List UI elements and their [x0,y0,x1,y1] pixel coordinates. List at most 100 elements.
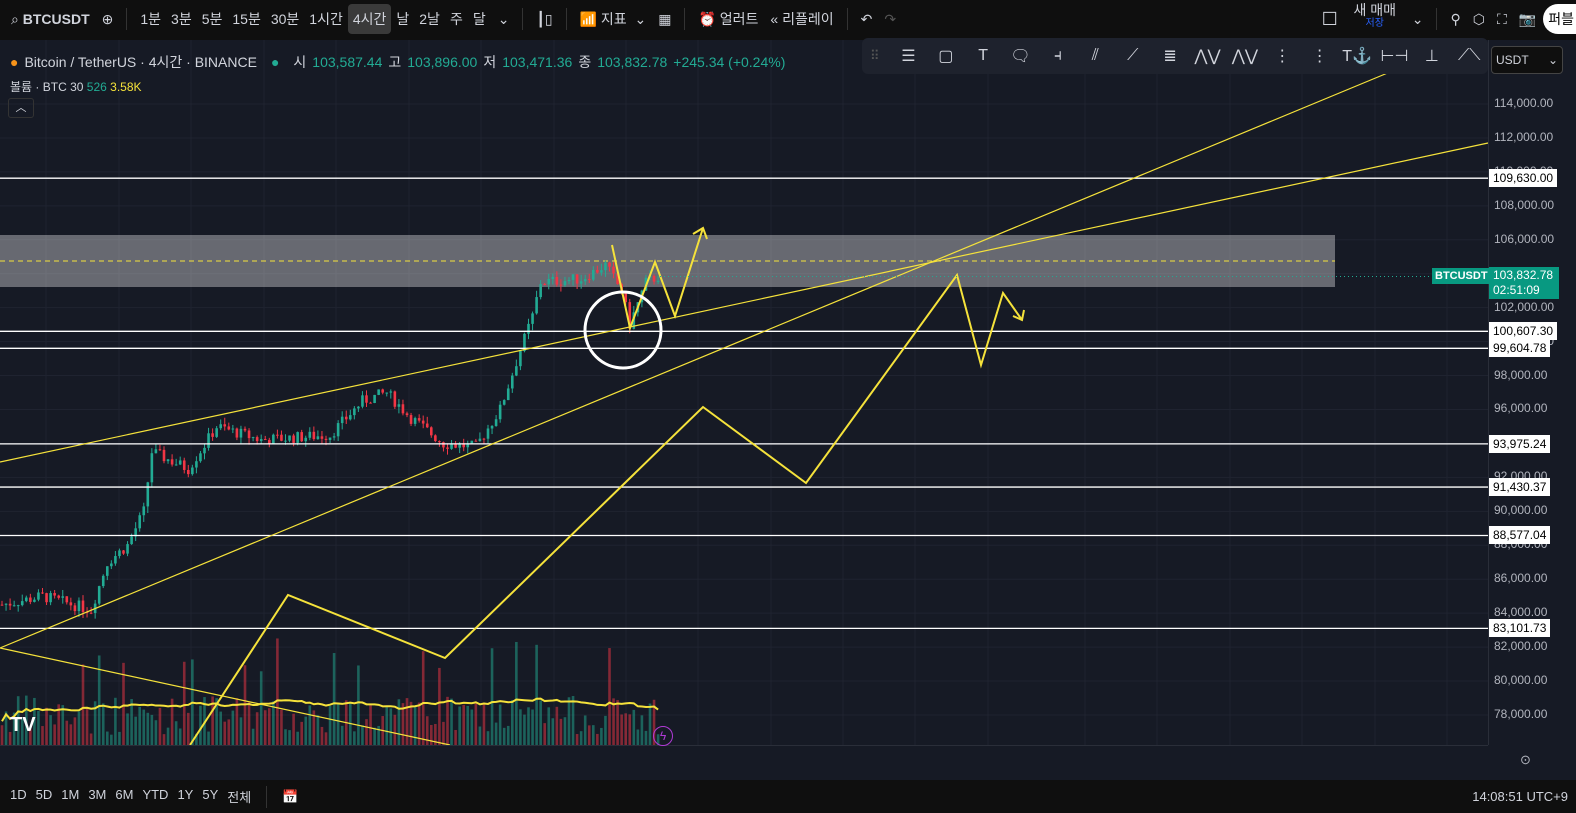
range-3[interactable]: 3M [88,787,106,806]
symbol-search[interactable]: ⌕ BTCUSDT [6,4,95,34]
parallel-channel-tool-icon[interactable]: ⫽ [1077,41,1114,71]
range-8[interactable]: 전체 [227,787,251,806]
interval-2[interactable]: 5분 [197,4,228,34]
open-label: 시 [293,54,307,70]
goto-date-icon[interactable]: 📅 [282,789,298,805]
date-range-tool-icon[interactable]: ⊢⊣ [1376,41,1413,71]
drag-handle-icon[interactable]: ⠿ [870,48,890,64]
range-7[interactable]: 5Y [202,787,218,806]
currency-select[interactable]: USDT ⌄ [1491,46,1563,74]
interval-4[interactable]: 30분 [266,4,304,34]
range-2[interactable]: 1M [61,787,79,806]
quick-search-icon[interactable]: ⚲ [1445,4,1465,34]
chevron-down-icon[interactable]: ⌄ [493,4,515,34]
volume-bar [498,704,502,745]
candle [73,605,77,612]
volume-bar [304,716,308,745]
range-5[interactable]: YTD [142,787,168,806]
price-tick: 90,000.00 [1494,503,1548,518]
candle [118,550,121,557]
candle [486,428,490,439]
interval-9[interactable]: 주 [445,4,468,34]
price-range-tool-icon[interactable]: ⊥ [1413,41,1450,71]
candle [535,297,538,314]
compare-add-icon[interactable]: ⊕ [97,4,119,34]
interval-1[interactable]: 3분 [166,4,197,34]
divider [1436,8,1438,30]
candle [203,447,206,454]
rectangle-tool-icon[interactable]: ▢ [927,41,964,71]
horizontal-lines-tool-icon[interactable]: ☰ [890,41,927,71]
layouts-icon[interactable]: ▦ [653,4,676,34]
indicators-button[interactable]: 📶 지표 ⌄ [575,4,652,34]
pitchfork-tool-icon[interactable]: ⫞ [1039,41,1076,71]
candle [478,438,482,442]
candle [122,550,125,554]
volume-bar [527,707,530,745]
volume-bar [644,730,648,745]
search-icon: ⌕ [11,10,23,27]
collapse-legend-button[interactable]: ︿ [8,98,34,118]
undo-icon[interactable]: ↶ [856,4,878,34]
trend-line-tool-icon[interactable]: ⟋ [1114,41,1151,71]
redo-icon[interactable]: ↷ [879,4,901,34]
abcd-pattern-tool-icon[interactable]: ⋀⋁ [1226,41,1263,71]
candle [563,281,567,286]
path-tool-icon[interactable]: ⟋⟍ [1451,41,1488,71]
drawing-toolbar: ⠿ ☰ ▢ T 🗨 ⫞ ⫽ ⟋ ≣ ⋀⋁ ⋀⋁ ⋮ ⋮ T⚓ ⊢⊣ ⊥ ⟋⟍ [862,38,1488,74]
checkbox-icon[interactable]: ☐ [1317,4,1343,34]
range-1[interactable]: 5D [36,787,53,806]
short-position-tool-icon[interactable]: ⋮ [1301,41,1338,71]
xabcd-pattern-tool-icon[interactable]: ⋀⋁ [1189,41,1226,71]
fib-retracement-tool-icon[interactable]: ≣ [1151,41,1188,71]
clock[interactable]: 14:08:51 UTC+9 [1472,789,1568,804]
projection-path [189,272,1023,746]
camera-icon[interactable]: 📷 [1514,4,1541,34]
fullscreen-icon[interactable]: ⛶ [1492,4,1512,34]
new-trade-button[interactable]: 새 매매 저장 [1345,3,1405,34]
volume-bar [482,702,486,745]
interval-3[interactable]: 15분 [227,4,265,34]
candle [142,506,146,516]
candle [284,440,287,442]
candle [53,593,56,596]
lightning-icon[interactable]: ϟ [653,726,673,746]
interval-7[interactable]: 날 [391,4,414,34]
volume-bar [515,641,518,745]
candle [101,575,105,587]
interval-10[interactable]: 달 [468,4,491,34]
price-chart[interactable] [0,40,1576,780]
candle [187,469,190,475]
volume-bar [353,731,356,745]
alert-button[interactable]: ⏰ 얼러트 [693,4,763,34]
volume-bar [316,715,320,745]
volume-bar [182,661,186,745]
candle [600,270,603,273]
candle-type-icon[interactable]: ┃▯ [531,4,557,34]
auto-scale-icon[interactable]: ⊙ [1520,752,1531,768]
volume-bar [154,720,158,745]
range-6[interactable]: 1Y [177,787,193,806]
publish-button[interactable]: 퍼블 [1543,4,1576,34]
long-position-tool-icon[interactable]: ⋮ [1264,41,1301,71]
volume-bar [81,664,85,745]
interval-0[interactable]: 1분 [135,4,166,34]
anchored-text-tool-icon[interactable]: T⚓ [1338,41,1375,71]
replay-button[interactable]: « 리플레이 [765,4,838,34]
chevron-down-icon[interactable]: ⌄ [1407,4,1429,34]
interval-8[interactable]: 2날 [414,4,445,34]
candle [482,438,486,440]
settings-icon[interactable]: ⬡ [1468,4,1490,34]
text-tool-icon[interactable]: T [964,41,1001,71]
volume-bar [369,705,372,745]
range-4[interactable]: 6M [115,787,133,806]
volume-bar [263,710,267,745]
callout-tool-icon[interactable]: 🗨 [1002,41,1039,71]
interval-6[interactable]: 4시간 [347,4,392,34]
range-0[interactable]: 1D [10,787,27,806]
volume-bar [600,727,603,745]
chart-area[interactable]: 114,000.00112,000.00110,000.00108,000.00… [0,40,1576,809]
interval-5[interactable]: 1시간 [304,4,348,34]
volume-bar [37,710,40,745]
volume-bar [405,698,409,745]
